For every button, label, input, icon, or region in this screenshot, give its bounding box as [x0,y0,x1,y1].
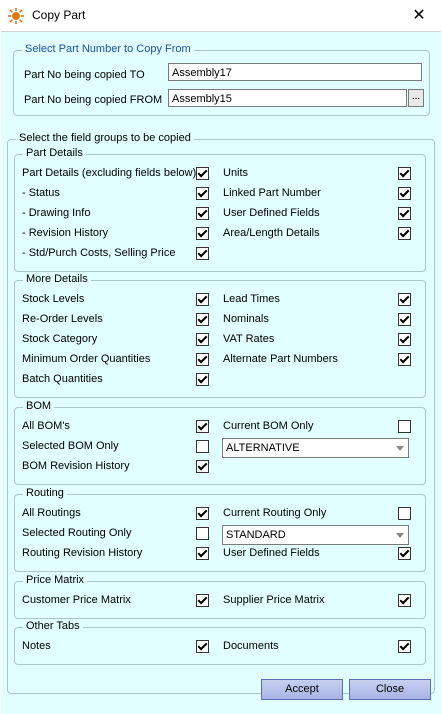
part-to-label: Part No being copied TO [24,69,145,81]
rt-left-2-checkbox[interactable] [196,547,209,560]
md-left-2-checkbox[interactable] [196,333,209,346]
md-left-0-label: Stock Levels [22,293,85,305]
part-from-label: Part No being copied FROM [24,94,163,106]
md-left-1-label: Re-Order Levels [22,313,103,325]
pd-left-4-checkbox[interactable] [196,247,209,260]
bom-legend: BOM [23,400,55,412]
window-title: Copy Part [32,8,86,22]
rt-current-checkbox[interactable] [398,507,411,520]
routing-select[interactable]: STANDARD [222,525,409,545]
pd-left-3-checkbox[interactable] [196,227,209,240]
bom-left-1-label: Selected BOM Only [22,440,119,452]
pd-right-1-label: Linked Part Number [223,187,321,199]
bom-current-checkbox[interactable] [398,420,411,433]
part-details-legend: Part Details [23,147,86,159]
part-to-input[interactable]: Assembly17 [168,63,422,81]
pd-left-0-label: Part Details (excluding fields below) [22,167,197,179]
rt-left-0-checkbox[interactable] [196,507,209,520]
sun-app-icon [8,8,24,24]
bom-select-value: ALTERNATIVE [226,442,300,454]
close-button[interactable]: Close [349,679,431,700]
md-left-2-label: Stock Category [22,333,98,345]
part-details-group: Part Details Part Details (excluding fie… [14,147,426,272]
pd-left-1-label: - Status [22,187,60,199]
part-from-input[interactable]: Assembly15 [168,89,407,107]
title-bar: Copy Part ✕ [0,0,442,31]
price-matrix-legend: Price Matrix [23,574,88,586]
md-left-3-label: Minimum Order Quantities [22,353,151,365]
md-right-1-label: Nominals [223,313,269,325]
pd-right-0-checkbox[interactable] [398,167,411,180]
pd-right-2-checkbox[interactable] [398,207,411,220]
bom-group: BOM All BOM's Selected BOM Only BOM Revi… [14,400,426,485]
more-details-group: More Details Stock Levels Re-Order Level… [14,273,426,398]
chevron-down-icon [396,533,404,538]
md-right-1-checkbox[interactable] [398,313,411,326]
pd-left-2-label: - Drawing Info [22,207,91,219]
rt-left-2-label: Routing Revision History [22,547,143,559]
md-left-4-checkbox[interactable] [196,373,209,386]
pd-left-2-checkbox[interactable] [196,207,209,220]
copy-from-legend: Select Part Number to Copy From [22,43,194,55]
rt-left-1-checkbox[interactable] [196,527,209,540]
md-right-2-checkbox[interactable] [398,333,411,346]
bom-current-label: Current BOM Only [223,420,314,432]
pd-right-3-label: Area/Length Details [223,227,320,239]
md-right-3-checkbox[interactable] [398,353,411,366]
rt-left-0-label: All Routings [22,507,81,519]
rt-left-1-label: Selected Routing Only [22,527,132,539]
pd-left-1-checkbox[interactable] [196,187,209,200]
pd-left-4-label: - Std/Purch Costs, Selling Price [22,247,176,259]
md-right-3-label: Alternate Part Numbers [223,353,338,365]
field-groups-legend: Select the field groups to be copied [16,132,194,144]
pm-left-label: Customer Price Matrix [22,594,131,606]
browse-button[interactable]: ... [408,89,424,107]
rt-current-label: Current Routing Only [223,507,327,519]
md-left-3-checkbox[interactable] [196,353,209,366]
copy-from-group: Select Part Number to Copy From Part No … [13,43,430,116]
pm-left-checkbox[interactable] [196,594,209,607]
routing-group: Routing All Routings Selected Routing On… [14,487,426,572]
pm-right-checkbox[interactable] [398,594,411,607]
md-left-1-checkbox[interactable] [196,313,209,326]
routing-select-value: STANDARD [226,529,286,541]
other-tabs-legend: Other Tabs [23,620,83,632]
md-right-2-label: VAT Rates [223,333,275,345]
rt-udf-label: User Defined Fields [223,547,320,559]
bom-left-2-checkbox[interactable] [196,460,209,473]
bom-select[interactable]: ALTERNATIVE [222,438,409,458]
routing-legend: Routing [23,487,67,499]
md-left-0-checkbox[interactable] [196,293,209,306]
pm-right-label: Supplier Price Matrix [223,594,325,606]
rt-udf-checkbox[interactable] [398,547,411,560]
accept-button[interactable]: Accept [261,679,343,700]
ot-right-checkbox[interactable] [398,640,411,653]
ot-left-label: Notes [22,640,51,652]
other-tabs-group: Other Tabs Notes Documents [14,620,426,665]
chevron-down-icon [396,446,404,451]
ot-right-label: Documents [223,640,279,652]
md-right-0-label: Lead Times [223,293,280,305]
pd-right-3-checkbox[interactable] [398,227,411,240]
ot-left-checkbox[interactable] [196,640,209,653]
pd-left-0-checkbox[interactable] [196,167,209,180]
md-right-0-checkbox[interactable] [398,293,411,306]
bom-left-0-label: All BOM's [22,420,70,432]
bom-left-1-checkbox[interactable] [196,440,209,453]
dialog-body: Select Part Number to Copy From Part No … [1,31,441,714]
bom-left-0-checkbox[interactable] [196,420,209,433]
pd-left-3-label: - Revision History [22,227,109,239]
md-left-4-label: Batch Quantities [22,373,103,385]
pd-right-1-checkbox[interactable] [398,187,411,200]
price-matrix-group: Price Matrix Customer Price Matrix Suppl… [14,574,426,619]
close-icon[interactable]: ✕ [396,0,442,31]
pd-right-2-label: User Defined Fields [223,207,320,219]
field-groups-group: Select the field groups to be copied Par… [7,132,435,694]
pd-right-0-label: Units [223,167,249,179]
bom-left-2-label: BOM Revision History [22,460,130,472]
more-details-legend: More Details [23,273,91,285]
